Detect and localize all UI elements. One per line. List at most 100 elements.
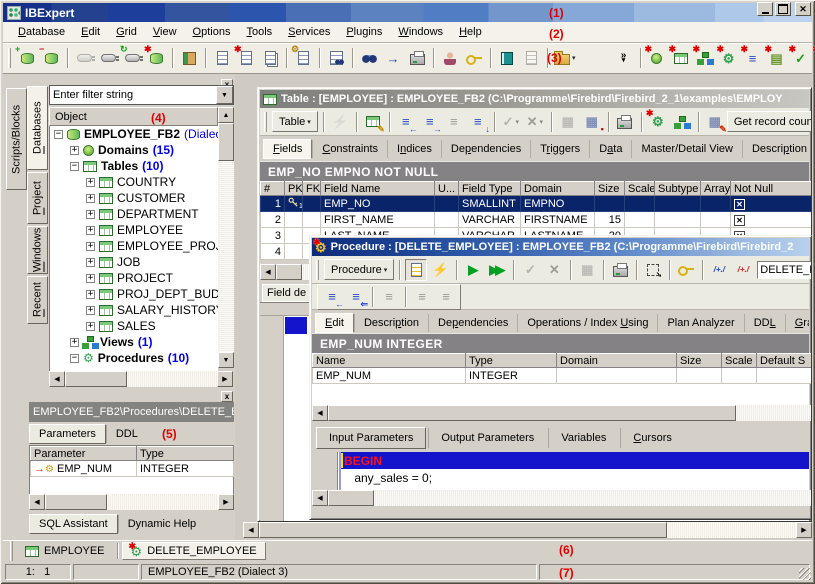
column-header-pk[interactable]: PK — [285, 182, 303, 196]
compile[interactable]: ⚡ — [329, 111, 351, 133]
scroll-left-icon[interactable]: ◀ — [312, 490, 328, 506]
procedure-menu-dropdown-icon[interactable]: ▾ — [384, 266, 388, 274]
database-registration-info[interactable] — [73, 47, 95, 69]
table-tab-master-detail-view[interactable]: Master/Detail View — [631, 140, 742, 158]
collapse-icon[interactable]: − — [70, 354, 79, 363]
expand-icon[interactable]: + — [86, 258, 95, 267]
tree-item-department[interactable]: +DEPARTMENT — [50, 206, 218, 222]
new-trigger[interactable]: ≡✱ — [742, 47, 764, 69]
find[interactable] — [358, 47, 380, 69]
edit-table[interactable]: ✎ — [362, 111, 384, 133]
table-tab-description[interactable]: Description — [742, 140, 809, 158]
grant-wizard[interactable] — [675, 259, 697, 281]
table-window-titlebar[interactable]: Table : [EMPLOYEE] : EMPLOYEE_FB2 (C:\Pr… — [260, 90, 809, 108]
open-window-employee[interactable]: EMPLOYEE — [17, 542, 113, 560]
menu-services[interactable]: Services — [281, 24, 337, 40]
scroll-track[interactable] — [107, 494, 218, 510]
filter-input[interactable] — [50, 86, 216, 104]
create-database[interactable]: ✱ — [145, 47, 167, 69]
reorder-fields-up[interactable]: ≡ — [443, 111, 465, 133]
column-header-field-type[interactable]: Field Type — [459, 182, 521, 196]
scroll-track[interactable] — [218, 161, 234, 352]
reconnect-database[interactable]: ↻ — [121, 47, 143, 69]
column-header-type[interactable]: Type — [466, 354, 557, 368]
print[interactable] — [614, 111, 636, 133]
param-tab-input-parameters[interactable]: Input Parameters — [316, 427, 426, 449]
not-null-checkbox[interactable]: ✕ — [734, 199, 745, 210]
table-menu-dropdown-icon[interactable]: ▾ — [307, 118, 311, 126]
refresh-grid[interactable]: ▦ — [557, 111, 579, 133]
column-header-size[interactable]: Size — [677, 354, 722, 368]
parameter-row[interactable]: EMP_NUMINTEGER — [313, 368, 812, 384]
copy-documents[interactable] — [259, 47, 281, 69]
refresh-grid-auto[interactable]: ▦• — [581, 111, 603, 133]
blob-viewer[interactable] — [496, 47, 518, 69]
column-header-type[interactable]: Type — [137, 447, 234, 461]
add-field[interactable]: ≡← — [395, 111, 417, 133]
column-header-name[interactable]: Name — [313, 354, 466, 368]
menu-view[interactable]: View — [146, 24, 184, 40]
menu-edit[interactable]: Edit — [74, 24, 107, 40]
menu-grid[interactable]: Grid — [109, 24, 144, 40]
column-header-array[interactable]: Array — [701, 182, 731, 196]
comment-selected[interactable]: /+./ — [708, 259, 730, 281]
scroll-track[interactable] — [736, 405, 811, 421]
table-tab-fields[interactable]: Fields — [263, 139, 312, 159]
procedure-tab-operations-index-using[interactable]: Operations / Index Using — [517, 314, 657, 332]
disconnect-database[interactable] — [178, 47, 200, 69]
new-sql-editor[interactable] — [211, 47, 233, 69]
scroll-thumb[interactable] — [218, 123, 234, 161]
expand-icon[interactable]: + — [86, 242, 95, 251]
tab-field-description[interactable]: Field de — [262, 284, 314, 302]
commit-transaction-dropdown-icon[interactable]: ▾ — [516, 118, 520, 126]
tree-item-tables[interactable]: −Tables(10) — [50, 158, 218, 174]
explorer-tab-project[interactable]: Project — [27, 172, 48, 224]
move-parameter-up[interactable]: ≡ — [411, 286, 433, 308]
create-procedure-from-table[interactable]: ⚙✱ — [647, 111, 669, 133]
props-tab-parameters[interactable]: Parameters — [29, 424, 106, 444]
script-executive[interactable]: ⚙ — [292, 47, 314, 69]
column-header-default-s[interactable]: Default S — [757, 354, 812, 368]
menu-tools[interactable]: Tools — [239, 24, 279, 40]
scroll-track[interactable] — [374, 490, 811, 506]
grant-manager[interactable] — [463, 47, 485, 69]
tree-item-domains[interactable]: +Domains(15) — [50, 142, 218, 158]
new-procedure[interactable]: ⚙✱ — [718, 47, 740, 69]
column-header-size[interactable]: Size — [595, 182, 625, 196]
tree-item-employee-proje[interactable]: +EMPLOYEE_PROJE — [50, 238, 218, 254]
expand-icon[interactable]: + — [86, 210, 95, 219]
rollback-transaction-dropdown-icon[interactable]: ▾ — [540, 118, 544, 126]
procedure-tab-edit[interactable]: Edit — [315, 313, 354, 333]
scroll-track[interactable] — [127, 371, 217, 387]
scroll-up-icon[interactable]: ▲ — [218, 107, 234, 123]
column-header-[interactable]: # — [261, 182, 285, 196]
scroll-left-icon[interactable]: ◀ — [29, 494, 45, 510]
expand-icon[interactable]: + — [86, 178, 95, 187]
expand-icon[interactable]: + — [86, 322, 95, 331]
param-tab-cursors[interactable]: Cursors — [620, 428, 684, 448]
column-header-scale[interactable]: Scale — [625, 182, 655, 196]
expand-icon[interactable]: + — [70, 146, 79, 155]
expand-icon[interactable]: + — [86, 226, 95, 235]
copy-document[interactable] — [520, 47, 542, 69]
explorer-tab-windows[interactable]: Windows — [27, 226, 48, 274]
tree-item-views[interactable]: +Views(1) — [50, 334, 218, 350]
menu-options[interactable]: Options — [186, 24, 238, 40]
scroll-thumb[interactable] — [65, 371, 127, 387]
code-editor-scrollbar[interactable]: ◀ — [312, 490, 811, 506]
new-sql-editor-star[interactable]: ✱ — [235, 47, 257, 69]
code-line-1[interactable]: BEGIN — [341, 452, 809, 469]
scroll-thumb[interactable] — [328, 405, 736, 421]
code-editor[interactable]: BEGIN any_sales = 0; — [312, 452, 809, 490]
table-menu[interactable]: Table▾ — [272, 111, 318, 132]
show-editor[interactable] — [405, 259, 427, 281]
menu-plugins[interactable]: Plugins — [339, 24, 389, 40]
menu-windows[interactable]: Windows — [391, 24, 450, 40]
scroll-left-icon[interactable]: ◀ — [260, 264, 276, 280]
scroll-thumb[interactable] — [259, 522, 667, 538]
procedure-tab-description[interactable]: Description — [354, 314, 428, 332]
procedure-name-field-input[interactable] — [757, 261, 812, 279]
refresh-grid[interactable]: ▦ — [576, 259, 598, 281]
tree-item-employee-fb2[interactable]: −EMPLOYEE_FB2(Dialec — [50, 126, 218, 142]
scroll-right-icon[interactable]: ▶ — [218, 494, 234, 510]
